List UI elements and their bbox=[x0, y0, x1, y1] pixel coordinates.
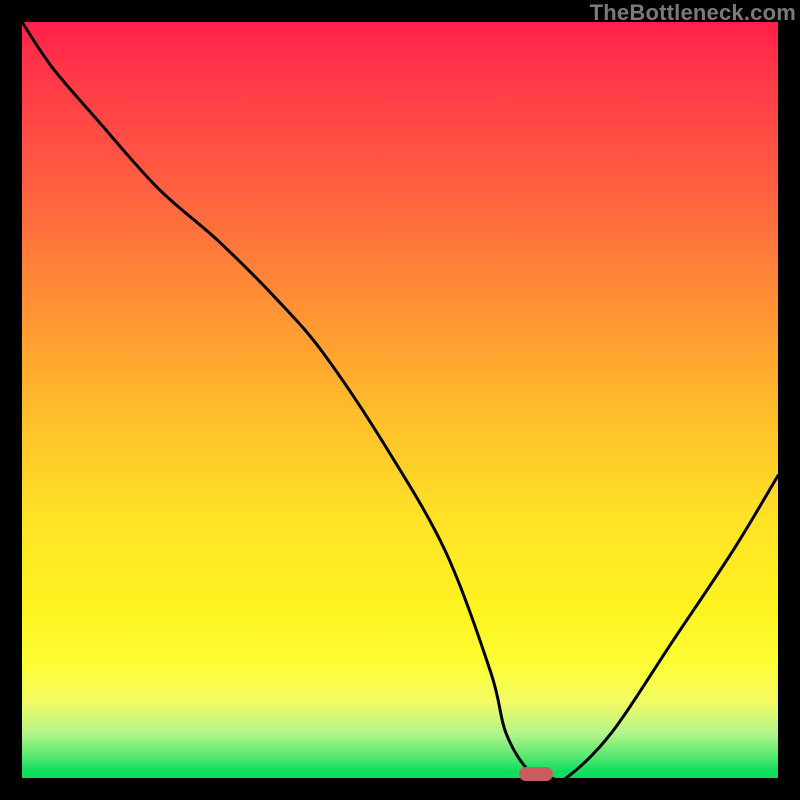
optimum-marker bbox=[519, 767, 553, 781]
watermark-text: TheBottleneck.com bbox=[590, 0, 796, 26]
plot-area bbox=[22, 22, 778, 778]
background-gradient bbox=[22, 22, 778, 778]
